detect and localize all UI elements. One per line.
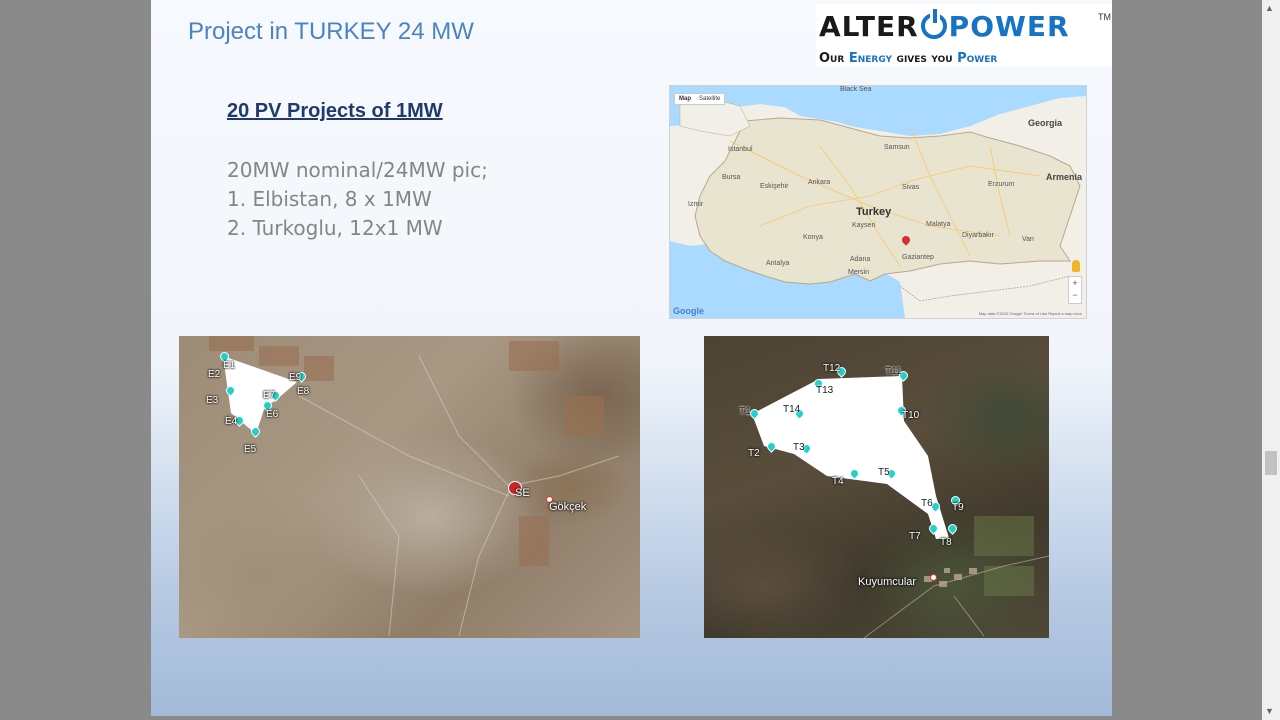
marker-e7-label: E7 — [263, 390, 276, 401]
marker-t13-label: T13 — [816, 385, 834, 396]
tagline-part: Energy — [848, 51, 893, 66]
map-label-istanbul: Istanbul — [728, 146, 753, 153]
place-marker-icon — [930, 574, 937, 581]
marker-e2-label: E2 — [208, 369, 221, 380]
marker-t11-label: T11 — [885, 366, 902, 377]
map-label-bursa: Bursa — [722, 174, 741, 181]
marker-e3-label: E3 — [206, 395, 219, 406]
alter-power-logo: ALTER POWER TM Our Energy gives you Power — [816, 4, 1112, 66]
substation-label: SE — [515, 487, 530, 499]
map-label-konya: Konya — [803, 234, 823, 241]
marker-t8-label: T8 — [940, 537, 952, 548]
marker-t6-label: T6 — [921, 498, 933, 509]
map-label-mersin: Mersin — [848, 269, 870, 276]
tab-satellite[interactable]: Satellite — [695, 94, 724, 104]
scroll-up-arrow-icon[interactable]: ▲ — [1265, 3, 1274, 13]
scrollbar-thumb[interactable] — [1265, 451, 1277, 475]
body-line-elbistan: 1. Elbistan, 8 x 1MW — [227, 187, 432, 211]
scroll-down-arrow-icon[interactable]: ▼ — [1265, 706, 1274, 716]
map-label-adana: Adana — [850, 256, 871, 263]
tagline-part: gives you — [892, 51, 958, 66]
map-label-kayseri: Kayseri — [852, 222, 876, 229]
trademark-mark: TM — [1098, 12, 1111, 22]
presentation-slide: Project in TURKEY 24 MW ALTER POWER TM Ou… — [151, 0, 1112, 716]
tagline-part: Our — [819, 51, 849, 66]
marker-t3-label: T3 — [793, 442, 805, 453]
turkey-map: Map Satellite Black Sea Turkey Georgia A… — [669, 85, 1087, 319]
marker-e4-label: E4 — [225, 416, 238, 427]
slide-title: Project in TURKEY 24 MW — [188, 18, 474, 45]
marker-t14-label: T14 — [783, 404, 801, 415]
vertical-scrollbar[interactable]: ▲ ▼ — [1262, 0, 1280, 720]
elbistan-satellite-image: E1 E2 E3 E4 E5 E6 E7 E8 E9 SE Gökçek — [179, 336, 640, 638]
logo-wordmark: ALTER POWER — [819, 9, 1070, 43]
map-label-malatya: Malatya — [926, 221, 951, 228]
marker-e1-label: E1 — [223, 360, 236, 371]
marker-e5-label: E5 — [244, 444, 257, 455]
tab-map[interactable]: Map — [675, 94, 695, 104]
marker-e8-label: E8 — [297, 386, 310, 397]
marker-t12-label: T12 — [823, 363, 841, 374]
body-line-capacity: 20MW nominal/24MW pic; — [227, 158, 488, 182]
marker-t10-label: T10 — [902, 410, 920, 421]
marker-t9-label: T9 — [952, 502, 964, 513]
marker-t2-label: T2 — [748, 448, 760, 459]
map-zoom-control: + − — [1068, 276, 1082, 304]
google-logo: Google — [673, 306, 704, 316]
place-label-gokcek: Gökçek — [549, 501, 587, 513]
power-button-icon — [920, 9, 947, 39]
logo-word-alter: ALTER — [819, 10, 919, 43]
street-view-pegman-icon[interactable] — [1072, 260, 1080, 272]
projects-heading: 20 PV Projects of 1MW — [227, 100, 443, 122]
body-line-turkoglu: 2. Turkoglu, 12x1 MW — [227, 216, 443, 240]
map-attribution: Map data ©2015 Google Terms of Use Repor… — [978, 311, 1082, 316]
logo-tagline: Our Energy gives you Power — [819, 51, 997, 66]
turkoglu-satellite-image: T1 T2 T3 T4 T5 T6 T7 T8 T9 T10 T11 T12 T… — [704, 336, 1049, 638]
map-label-sea: Black Sea — [840, 86, 872, 93]
map-label-eskisehir: Eskişehir — [760, 183, 789, 190]
map-label-ankara: Ankara — [808, 179, 831, 186]
zoom-out-button[interactable]: − — [1069, 289, 1081, 301]
map-label-van: Van — [1022, 236, 1034, 243]
logo-word-power: POWER — [948, 10, 1070, 43]
marker-t5-label: T5 — [878, 467, 890, 478]
map-label-diyarbakir: Diyarbakır — [962, 232, 994, 239]
map-label-georgia: Georgia — [1028, 118, 1063, 128]
place-label-kuyumcular: Kuyumcular — [858, 576, 917, 588]
marker-t7-label: T7 — [909, 531, 921, 542]
map-label-antalya: Antalya — [766, 260, 790, 267]
turkoglu-overlay — [752, 376, 1049, 638]
map-label-turkey: Turkey — [856, 206, 892, 218]
map-label-izmir: Izmir — [688, 201, 704, 208]
map-graphic — [670, 86, 1086, 318]
map-type-tabs: Map Satellite — [674, 93, 726, 105]
map-label-samsun: Samsun — [884, 144, 910, 151]
marker-t1-label: T1 — [739, 406, 751, 417]
map-label-gaziantep: Gaziantep — [902, 254, 934, 261]
marker-t4-label: T4 — [832, 476, 844, 487]
tagline-part: Power — [957, 51, 998, 66]
marker-e9-label: E9 — [289, 372, 302, 383]
marker-e6-label: E6 — [266, 409, 279, 420]
map-label-armenia: Armenia — [1046, 172, 1083, 182]
map-label-sivas: Sivas — [902, 184, 920, 191]
map-label-erzurum: Erzurum — [988, 181, 1015, 188]
zoom-in-button[interactable]: + — [1069, 277, 1081, 289]
elbistan-overlay — [209, 336, 620, 637]
